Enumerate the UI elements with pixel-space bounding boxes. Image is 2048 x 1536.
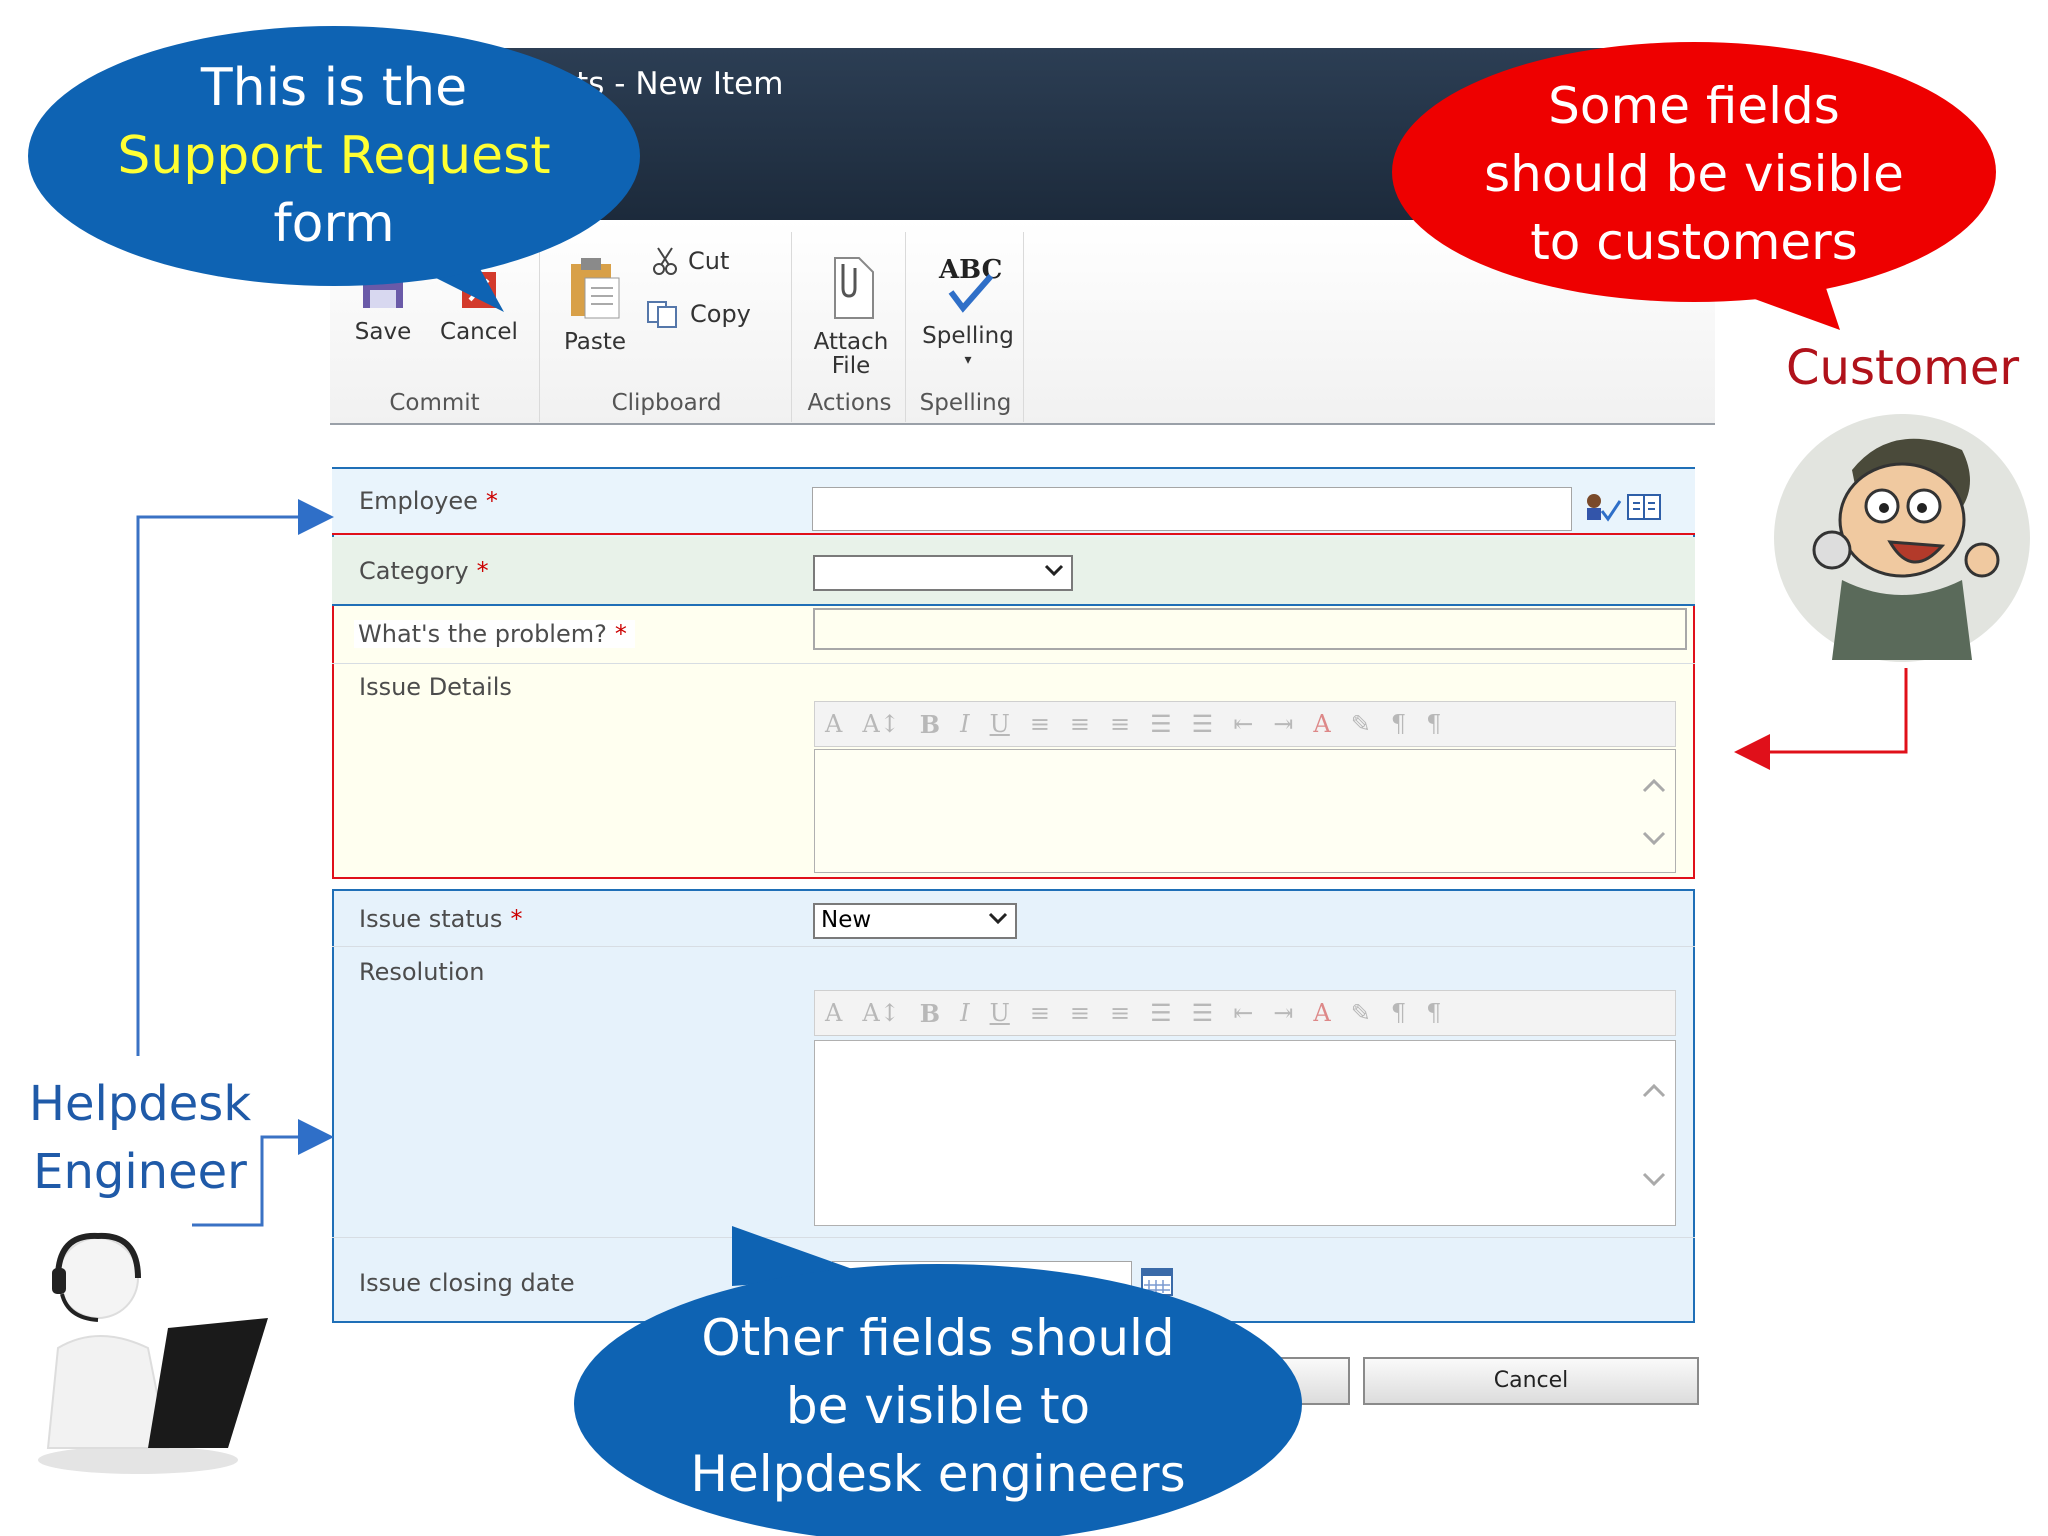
- customer-arrow: [1734, 668, 1908, 770]
- callout-support-form: This is the Support Request form: [117, 58, 551, 254]
- callout-customer-fields: Some fields should be visible to custome…: [1484, 77, 1904, 271]
- helpdesk-engineer-label: Helpdesk Engineer: [28, 1076, 252, 1200]
- helpdesk-engineer-figure: [38, 1232, 268, 1474]
- customer-figure: [1774, 414, 2030, 662]
- helpdesk-arrow-top: [136, 499, 334, 1056]
- customer-label: Customer: [1786, 340, 2020, 396]
- callout-engineer-fields: Other fields should be visible to Helpde…: [690, 1309, 1186, 1503]
